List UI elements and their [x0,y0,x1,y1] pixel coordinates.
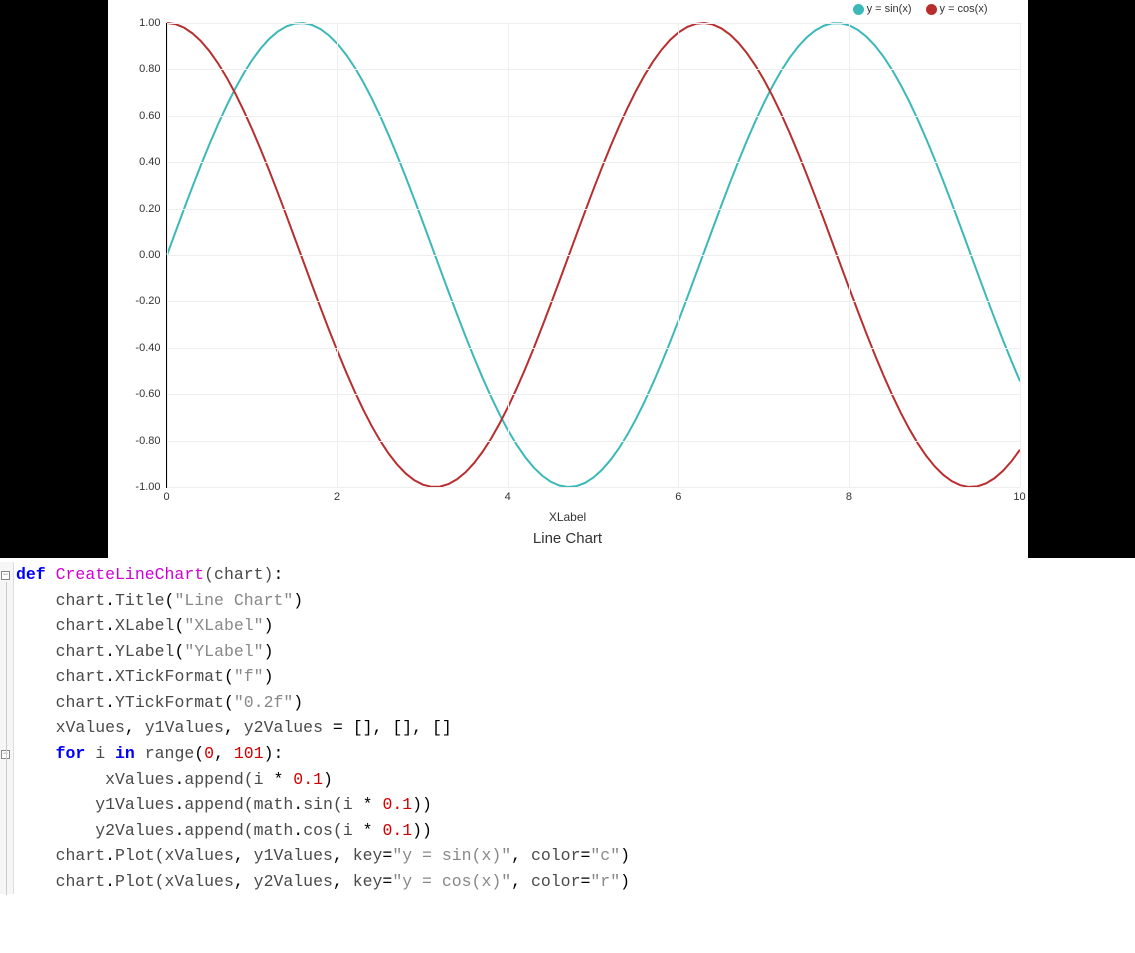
x-tick-label: 4 [505,487,511,503]
x-tick-label: 8 [846,487,852,503]
y-tick-label: 0.20 [139,203,166,215]
code-content: def CreateLineChart(chart): chart.Title(… [14,562,630,894]
y-tick-label: -0.60 [135,388,166,400]
chart-panel: y = sin(x) y = cos(x) 1.000.800.600.400.… [0,0,1135,558]
gridline-v [337,23,338,487]
fold-guide [6,582,7,895]
x-tick-label: 10 [1013,487,1025,503]
y-tick-label: 0.80 [139,63,166,75]
code-line: chart.YLabel("YLabel") [16,639,630,665]
gridline-v [167,23,168,487]
x-tick-label: 2 [334,487,340,503]
y-tick-label: 0.00 [139,249,166,261]
gridline-h [167,23,1020,24]
code-line: def CreateLineChart(chart): [16,562,630,588]
code-editor: −− def CreateLineChart(chart): chart.Tit… [0,558,1135,904]
legend-item-cos: y = cos(x) [926,3,988,15]
legend-item-sin: y = sin(x) [853,3,912,15]
gridline-h [167,487,1020,488]
y-tick-label: -0.80 [135,435,166,447]
gridline-h [167,255,1020,256]
gridline-h [167,69,1020,70]
gridline-h [167,441,1020,442]
legend-label: y = sin(x) [867,3,912,15]
gridline-v [678,23,679,487]
code-line: xValues, y1Values, y2Values = [], [], [] [16,715,630,741]
x-tick-label: 6 [675,487,681,503]
x-tick-label: 0 [163,487,169,503]
gridline-h [167,394,1020,395]
y-tick-label: -0.20 [135,295,166,307]
code-line: y1Values.append(math.sin(i * 0.1)) [16,792,630,818]
code-line: chart.XLabel("XLabel") [16,613,630,639]
gridline-h [167,209,1020,210]
gridline-h [167,348,1020,349]
code-line: chart.Plot(xValues, y2Values, key="y = c… [16,869,630,895]
code-line: chart.Title("Line Chart") [16,588,630,614]
legend-label: y = cos(x) [940,3,988,15]
code-line: chart.XTickFormat("f") [16,664,630,690]
y-tick-label: -0.40 [135,342,166,354]
chart-container: y = sin(x) y = cos(x) 1.000.800.600.400.… [108,0,1028,558]
code-line: xValues.append(i * 0.1) [16,767,630,793]
y-tick-label: -1.00 [135,481,166,493]
x-axis-label: XLabel [116,510,1020,524]
gridline-h [167,162,1020,163]
code-line: chart.Plot(xValues, y1Values, key="y = s… [16,843,630,869]
plot-area: 1.000.800.600.400.200.00-0.20-0.40-0.60-… [166,23,1020,488]
y-tick-label: 0.60 [139,110,166,122]
gridline-v [1020,23,1021,487]
code-line: for i in range(0, 101): [16,741,630,767]
fold-gutter: −− [0,562,14,894]
gridline-v [508,23,509,487]
gridline-v [849,23,850,487]
gridline-h [167,301,1020,302]
code-line: chart.YTickFormat("0.2f") [16,690,630,716]
legend: y = sin(x) y = cos(x) [853,3,988,15]
chart-title: Line Chart [116,530,1020,547]
code-line: y2Values.append(math.cos(i * 0.1)) [16,818,630,844]
circle-icon [926,4,937,15]
y-tick-label: 0.40 [139,156,166,168]
gridline-h [167,116,1020,117]
fold-minus-icon[interactable]: − [1,571,10,580]
y-tick-label: 1.00 [139,17,166,29]
circle-icon [853,4,864,15]
